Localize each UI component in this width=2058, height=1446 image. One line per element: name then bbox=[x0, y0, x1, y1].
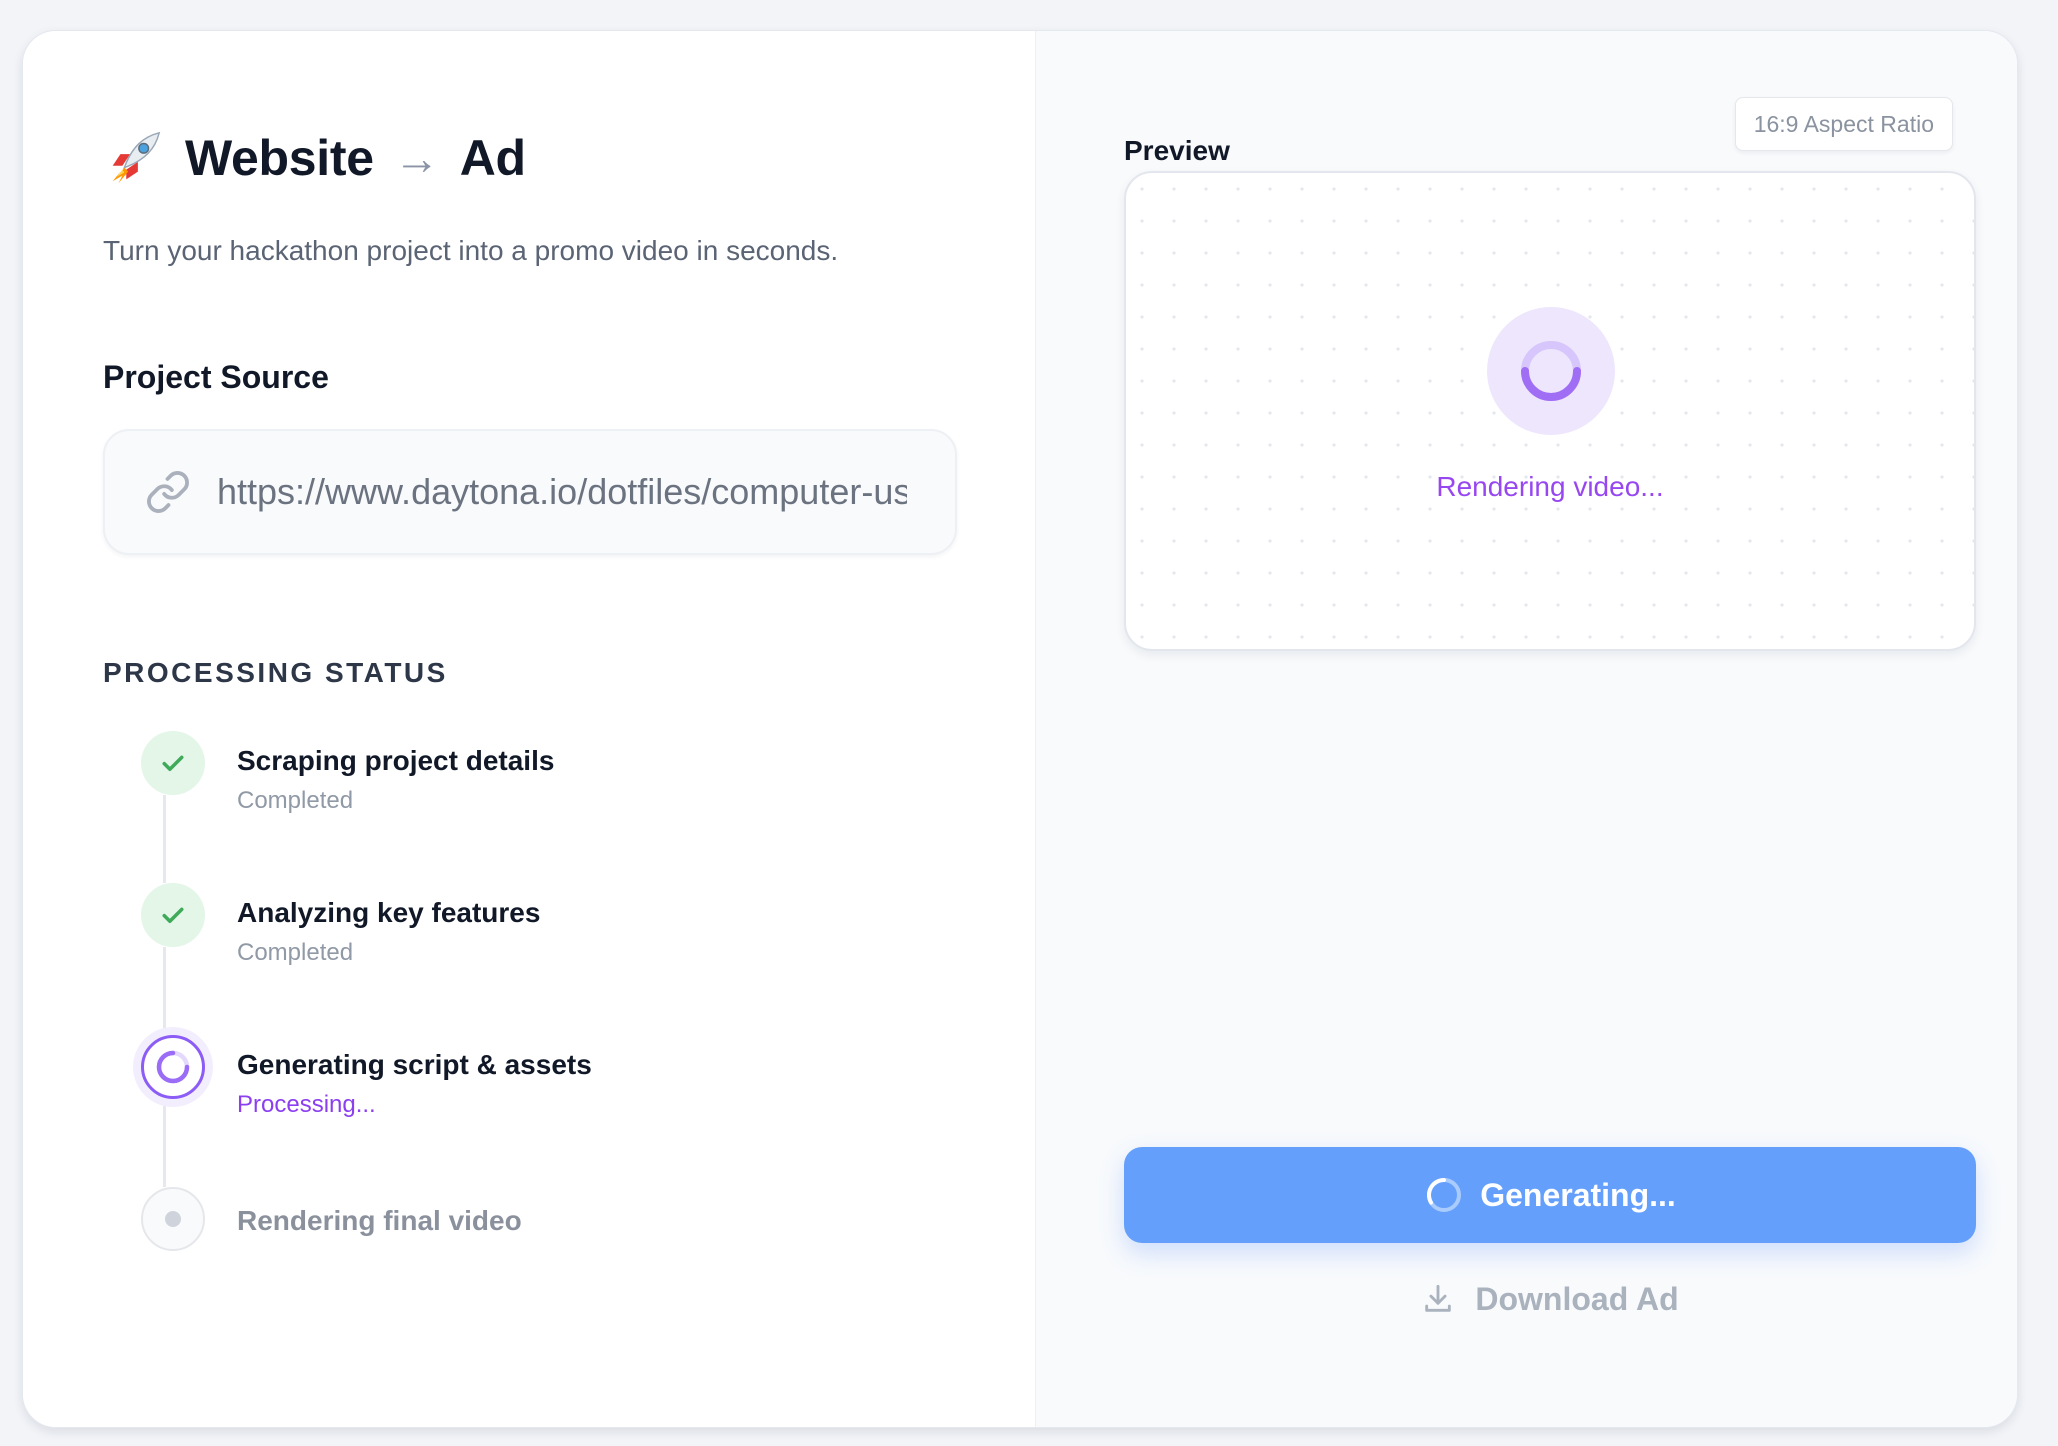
download-button-label: Download Ad bbox=[1475, 1280, 1679, 1317]
rendering-status-text: Rendering video... bbox=[1436, 471, 1664, 502]
preview-panel: Preview 16:9 Aspect Ratio Rendering vide… bbox=[1035, 31, 2017, 1427]
video-preview: Rendering video... bbox=[1124, 171, 1976, 651]
generate-button[interactable]: Generating... bbox=[1124, 1147, 1976, 1243]
pending-dot bbox=[165, 1211, 181, 1227]
title-arrow: → bbox=[393, 132, 440, 184]
app-title: Website → Ad bbox=[103, 113, 526, 203]
step-status: Completed bbox=[237, 939, 354, 966]
aspect-ratio-badge: 16:9 Aspect Ratio bbox=[1734, 97, 1953, 151]
check-icon bbox=[141, 883, 205, 947]
url-input[interactable] bbox=[217, 471, 907, 513]
download-icon bbox=[1425, 1284, 1452, 1312]
step-status: Completed bbox=[237, 787, 354, 814]
processing-status-heading: PROCESSING STATUS bbox=[103, 657, 448, 688]
step-scraping: Scraping project details Completed bbox=[103, 731, 963, 831]
pending-dot-icon bbox=[141, 1187, 205, 1251]
generate-button-label: Generating... bbox=[1480, 1176, 1676, 1213]
download-button[interactable]: Download Ad bbox=[1124, 1269, 1976, 1329]
spinner-icon bbox=[1427, 1178, 1462, 1212]
title-ad: Ad bbox=[459, 130, 526, 186]
rocket-icon bbox=[112, 131, 161, 184]
step-rendering: Rendering final video bbox=[103, 1187, 963, 1287]
spinner-icon bbox=[141, 1035, 205, 1099]
step-title: Rendering final video bbox=[237, 1205, 522, 1236]
step-title: Generating script & assets bbox=[237, 1049, 592, 1080]
title-website: Website bbox=[185, 130, 374, 186]
check-icon bbox=[141, 731, 205, 795]
step-status: Processing... bbox=[237, 1091, 376, 1118]
configuration-panel: Website → Ad Turn your hackathon project… bbox=[23, 31, 1035, 1427]
preview-label: Preview bbox=[1124, 135, 1230, 166]
spinner-icon bbox=[1521, 341, 1581, 401]
subtitle: Turn your hackathon project into a promo… bbox=[103, 235, 839, 266]
url-field[interactable] bbox=[103, 429, 957, 555]
project-source-label: Project Source bbox=[103, 359, 329, 395]
step-analyzing: Analyzing key features Completed bbox=[103, 883, 963, 983]
preview-spinner bbox=[1487, 307, 1615, 435]
step-title: Scraping project details bbox=[237, 745, 555, 776]
step-generating: Generating script & assets Processing... bbox=[103, 1035, 963, 1135]
step-title: Analyzing key features bbox=[237, 897, 541, 928]
processing-steps: Scraping project details Completed Analy… bbox=[103, 731, 963, 1271]
link-icon bbox=[147, 471, 189, 513]
main-card: Website → Ad Turn your hackathon project… bbox=[22, 30, 2018, 1428]
